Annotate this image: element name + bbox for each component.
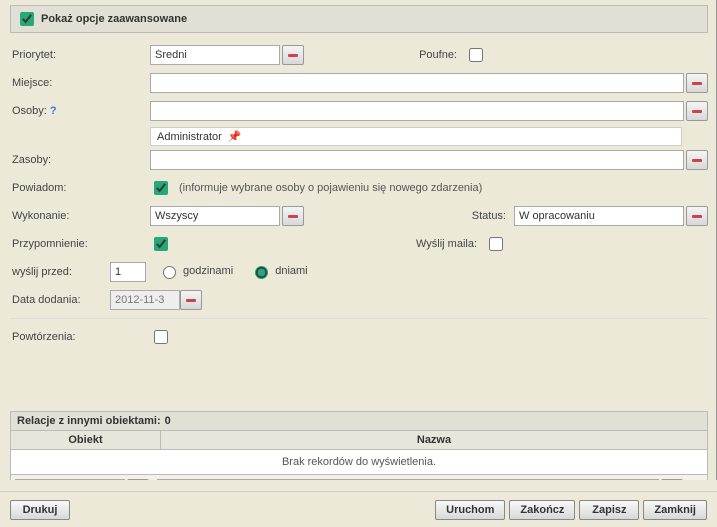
form-panel: Pokaż opcje zaawansowane Priorytet: Pouf…: [0, 0, 717, 480]
minus-icon: [692, 110, 702, 113]
advanced-options-label: Pokaż opcje zaawansowane: [41, 13, 187, 25]
resources-input[interactable]: [150, 150, 684, 170]
relations-empty-msg: Brak rekordów do wyświetlenia.: [11, 450, 707, 475]
execution-clear-button[interactable]: [282, 206, 304, 226]
confidential-checkbox[interactable]: [469, 48, 483, 62]
execution-select[interactable]: [150, 206, 280, 226]
advanced-options-checkbox[interactable]: [20, 12, 34, 26]
dateadded-input[interactable]: [110, 290, 180, 310]
people-clear-button[interactable]: [686, 101, 708, 121]
unit-hours-option[interactable]: godzinami: [158, 263, 233, 279]
help-icon[interactable]: ?: [50, 105, 57, 117]
reminder-checkbox[interactable]: [154, 237, 168, 251]
status-label: Status:: [452, 210, 512, 222]
people-taglist: Administrator 📌: [150, 127, 682, 146]
priority-select[interactable]: [150, 45, 280, 65]
sendmail-checkbox[interactable]: [489, 237, 503, 251]
sendbefore-input[interactable]: [110, 262, 146, 282]
resources-label: Zasoby:: [10, 154, 150, 166]
unit-hours-radio[interactable]: [163, 266, 176, 279]
notify-info: (informuje wybrane osoby o pojawieniu si…: [179, 182, 482, 194]
reminder-label: Przypomnienie:: [10, 238, 150, 250]
execution-label: Wykonanie:: [10, 210, 150, 222]
divider: [10, 318, 708, 319]
status-select[interactable]: [514, 206, 684, 226]
place-input[interactable]: [150, 73, 684, 93]
place-clear-button[interactable]: [686, 73, 708, 93]
notify-checkbox[interactable]: [154, 181, 168, 195]
people-label: Osoby: ?: [10, 105, 150, 117]
priority-label: Priorytet:: [10, 49, 150, 61]
footer-toolbar: Drukuj Uruchom Zakończ Zapisz Zamknij: [0, 491, 717, 527]
sendbefore-label: wyślij przed:: [10, 266, 110, 278]
save-button[interactable]: Zapisz: [579, 500, 639, 520]
repetitions-checkbox[interactable]: [154, 330, 168, 344]
repetitions-label: Powtórzenia:: [10, 331, 150, 343]
col-object[interactable]: Obiekt: [11, 431, 161, 449]
advanced-options-header[interactable]: Pokaż opcje zaawansowane: [10, 5, 708, 33]
print-button[interactable]: Drukuj: [10, 500, 70, 520]
dateadded-label: Data dodania:: [10, 294, 110, 306]
people-input[interactable]: [150, 101, 684, 121]
sendbefore-unit-group: godzinami dniami: [158, 263, 322, 282]
close-button[interactable]: Zamknij: [643, 500, 707, 520]
confidential-label: Poufne:: [403, 49, 463, 61]
unit-days-radio[interactable]: [255, 266, 268, 279]
priority-clear-button[interactable]: [282, 45, 304, 65]
col-name[interactable]: Nazwa: [161, 431, 707, 449]
relations-title: Relacje z innymi obiektami:: [17, 415, 161, 427]
minus-icon: [288, 215, 298, 218]
resources-clear-button[interactable]: [686, 150, 708, 170]
dateadded-clear-button[interactable]: [180, 290, 202, 310]
relations-header[interactable]: Relacje z innymi obiektami: 0: [10, 411, 708, 431]
minus-icon: [692, 159, 702, 162]
person-tag[interactable]: Administrator: [157, 131, 222, 143]
relations-name-clear-button[interactable]: [661, 479, 683, 480]
minus-icon: [692, 215, 702, 218]
relations-name-filter[interactable]: [157, 479, 659, 480]
sendmail-label: Wyślij maila:: [393, 238, 483, 250]
notify-label: Powiadom:: [10, 182, 150, 194]
minus-icon: [288, 54, 298, 57]
status-clear-button[interactable]: [686, 206, 708, 226]
unit-days-option[interactable]: dniami: [250, 263, 307, 279]
minus-icon: [692, 82, 702, 85]
minus-icon: [186, 299, 196, 302]
relations-count: 0: [165, 415, 171, 427]
place-label: Miejsce:: [10, 77, 150, 89]
relations-object-clear-button[interactable]: [127, 479, 149, 480]
pin-icon[interactable]: 📌: [228, 130, 242, 143]
relations-section: Relacje z innymi obiektami: 0 Obiekt Naz…: [10, 411, 708, 480]
finish-button[interactable]: Zakończ: [509, 500, 575, 520]
relations-object-filter[interactable]: [15, 479, 125, 480]
relations-table: Obiekt Nazwa Brak rekordów do wyświetlen…: [10, 431, 708, 480]
run-button[interactable]: Uruchom: [435, 500, 505, 520]
